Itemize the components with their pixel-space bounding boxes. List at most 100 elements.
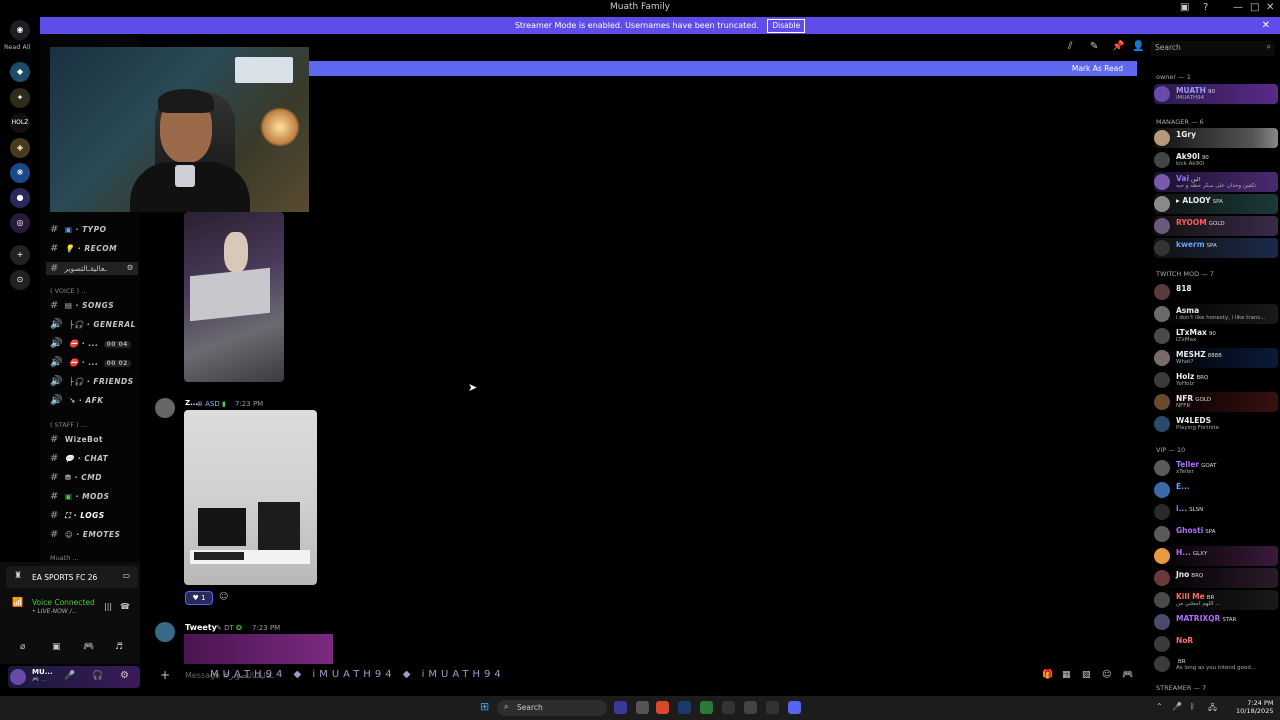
voice-channel-name[interactable]: • LIVE-NOW /... <box>32 608 77 615</box>
reaction-heart[interactable]: ♥ 1 <box>185 591 213 605</box>
member-item[interactable]: Ghosti SPA <box>1154 524 1278 544</box>
server-icon[interactable]: ◎ <box>10 213 30 233</box>
category-staff[interactable]: ( STAFF ) ... <box>50 421 87 429</box>
disable-button[interactable]: Disable <box>767 19 806 33</box>
voice-afk[interactable]: 🔊 ↘ · AFK <box>50 395 104 406</box>
channel-chat[interactable]: # 💬 · CHAT <box>50 453 108 464</box>
category-voice[interactable]: ( VOICE ) ... <box>50 287 87 295</box>
member-item[interactable]: Holz BRQ YoHolz <box>1154 370 1278 390</box>
member-item[interactable]: 1Gry <box>1154 128 1278 148</box>
member-item[interactable]: NoR <box>1154 634 1278 654</box>
disconnect-icon[interactable]: ☎ <box>120 602 130 611</box>
channel-emotes[interactable]: # ☺ · EMOTES <box>50 529 120 540</box>
close-window-button[interactable]: ✕ <box>1266 2 1274 13</box>
member-item[interactable]: BR As long as you intend good... <box>1154 654 1278 672</box>
server-icon[interactable]: ● <box>10 188 30 208</box>
member-item[interactable]: Teller GOAT xTeller <box>1154 458 1278 478</box>
attach-plus-icon[interactable]: + <box>160 668 170 682</box>
inbox-icon[interactable]: ▣ <box>1180 2 1189 13</box>
steam-icon[interactable] <box>678 701 691 714</box>
maximize-button[interactable]: □ <box>1250 2 1259 13</box>
member-item[interactable]: 818 <box>1154 282 1278 302</box>
excel-icon[interactable] <box>700 701 713 714</box>
voice-friends[interactable]: 🔊 ├🎧 · FRIENDS <box>50 376 134 387</box>
message-image[interactable] <box>184 410 317 585</box>
minimize-button[interactable]: — <box>1233 2 1243 13</box>
mic-tray-icon[interactable]: 🎤 <box>1172 702 1182 711</box>
mute-icon[interactable]: 🎤 <box>64 671 75 681</box>
app-icon[interactable] <box>636 701 649 714</box>
noise-suppression-icon[interactable]: ||| <box>104 602 112 611</box>
start-icon[interactable]: ⊞ <box>480 700 489 713</box>
member-item[interactable]: MATRIXQR STAR <box>1154 612 1278 632</box>
member-item[interactable]: ▸ ALOOY SPA <box>1154 194 1278 214</box>
activity-card[interactable]: ♜ EA SPORTS FC 26 ▭ <box>6 566 138 588</box>
channel-wizebot[interactable]: # WizeBot <box>50 434 103 445</box>
voice-channel-1[interactable]: 🔊 ⛔ · ... 00 04 <box>50 338 131 349</box>
server-icon[interactable]: ✦ <box>10 88 30 108</box>
threads-icon[interactable]: ⫽ <box>1068 41 1072 52</box>
user-settings-icon[interactable]: ⚙ <box>120 670 129 681</box>
server-icon[interactable]: ❋ <box>10 163 30 183</box>
channel-typo[interactable]: # ▣ · TYPO <box>50 224 106 235</box>
member-item[interactable]: Asma i don't like honesty, i like trans..… <box>1154 304 1278 324</box>
member-item[interactable]: H... GLXY <box>1154 546 1278 566</box>
taskbar-search[interactable]: ⌕ Search <box>497 700 607 716</box>
channel-active[interactable]: # ـعاليةـالتصوير ⚙ <box>46 262 138 275</box>
mark-as-read-button[interactable]: Mark As Read <box>1072 64 1123 73</box>
member-item[interactable]: Jno BRQ <box>1154 568 1278 588</box>
voice-channel-2[interactable]: 🔊 ⛔ · ... 00 02 <box>50 357 131 368</box>
deafen-icon[interactable]: 🎧 <box>92 671 103 681</box>
member-item[interactable]: NFR GOLD NFFR <box>1154 392 1278 412</box>
soundboard-icon[interactable]: ♬ <box>115 642 123 652</box>
category-muath[interactable]: Muath ... <box>50 554 79 562</box>
member-item[interactable]: MESHZ 8888 What? <box>1154 348 1278 368</box>
server-icon[interactable]: ◆ <box>10 62 30 82</box>
member-item[interactable]: Kill Me BR اللهم اجعلني من ... <box>1154 590 1278 610</box>
new-messages-bar[interactable]: Mark As Read <box>309 61 1137 76</box>
gif-icon[interactable]: ▦ <box>1062 670 1071 680</box>
taskview-icon[interactable] <box>614 701 627 714</box>
message-author[interactable]: Tweety <box>185 623 217 632</box>
pin-icon[interactable]: 📌 <box>1112 41 1124 52</box>
discover-icon[interactable]: ⊙ <box>10 270 30 290</box>
read-all-button[interactable]: Read All <box>4 43 30 51</box>
network-icon[interactable]: 🖧 <box>1208 702 1217 716</box>
app-icon[interactable] <box>744 701 757 714</box>
member-item[interactable]: Vai الين تكفين وحدان على سكر حطه و حبه <box>1154 172 1278 192</box>
discord-home-icon[interactable]: ◉ <box>10 20 30 40</box>
server-icon[interactable]: ◈ <box>10 138 30 158</box>
member-item[interactable]: RYOOM GOLD <box>1154 216 1278 236</box>
help-icon[interactable]: ? <box>1203 2 1208 13</box>
member-item[interactable]: E... <box>1154 480 1278 500</box>
add-reaction-icon[interactable]: ☺ <box>219 592 228 602</box>
member-item[interactable]: LTxMax 90 LTxMax <box>1154 326 1278 346</box>
activities-icon[interactable]: 🎮 <box>83 642 94 652</box>
app-icon[interactable] <box>722 701 735 714</box>
tray-chevron-icon[interactable]: ⌃ <box>1156 702 1163 711</box>
discord-taskbar-icon[interactable] <box>788 701 801 714</box>
avatar[interactable] <box>155 622 175 642</box>
channel-recom[interactable]: # 💡 · RECOM <box>50 243 117 254</box>
member-item[interactable]: i... SLSN <box>1154 502 1278 522</box>
member-item[interactable]: Ak90l 90 kick Ak90l <box>1154 150 1278 170</box>
notifications-icon[interactable]: ✎ <box>1090 41 1098 52</box>
channel-cmd[interactable]: # ⛃ · CMD <box>50 472 102 483</box>
emoji-icon[interactable]: ☺ <box>1102 670 1111 680</box>
bluetooth-icon[interactable]: ᛒ <box>1190 702 1195 711</box>
avatar[interactable] <box>10 669 26 685</box>
message-image[interactable] <box>184 212 284 382</box>
member-item[interactable]: W4LEDS Playing Fortnite <box>1154 414 1278 434</box>
user-name[interactable]: MU... <box>32 668 53 676</box>
member-item[interactable]: MUATH 90 iMUATH94 <box>1154 84 1278 104</box>
voice-general[interactable]: 🔊 ├🎧 · GENERAL <box>50 319 136 330</box>
server-holz[interactable]: HOLZ <box>10 113 30 133</box>
avatar[interactable] <box>155 398 175 418</box>
member-item[interactable]: kwerm SPA <box>1154 238 1278 258</box>
search-input[interactable]: Search <box>1155 43 1181 52</box>
channel-songs[interactable]: # ▤ · SONGS <box>50 300 114 311</box>
member-list-icon[interactable]: 👤 <box>1132 41 1144 52</box>
search-box[interactable]: Search ⌕ <box>1150 41 1275 56</box>
apps-icon[interactable]: 🎮 <box>1122 670 1133 680</box>
message-image[interactable] <box>184 634 333 664</box>
